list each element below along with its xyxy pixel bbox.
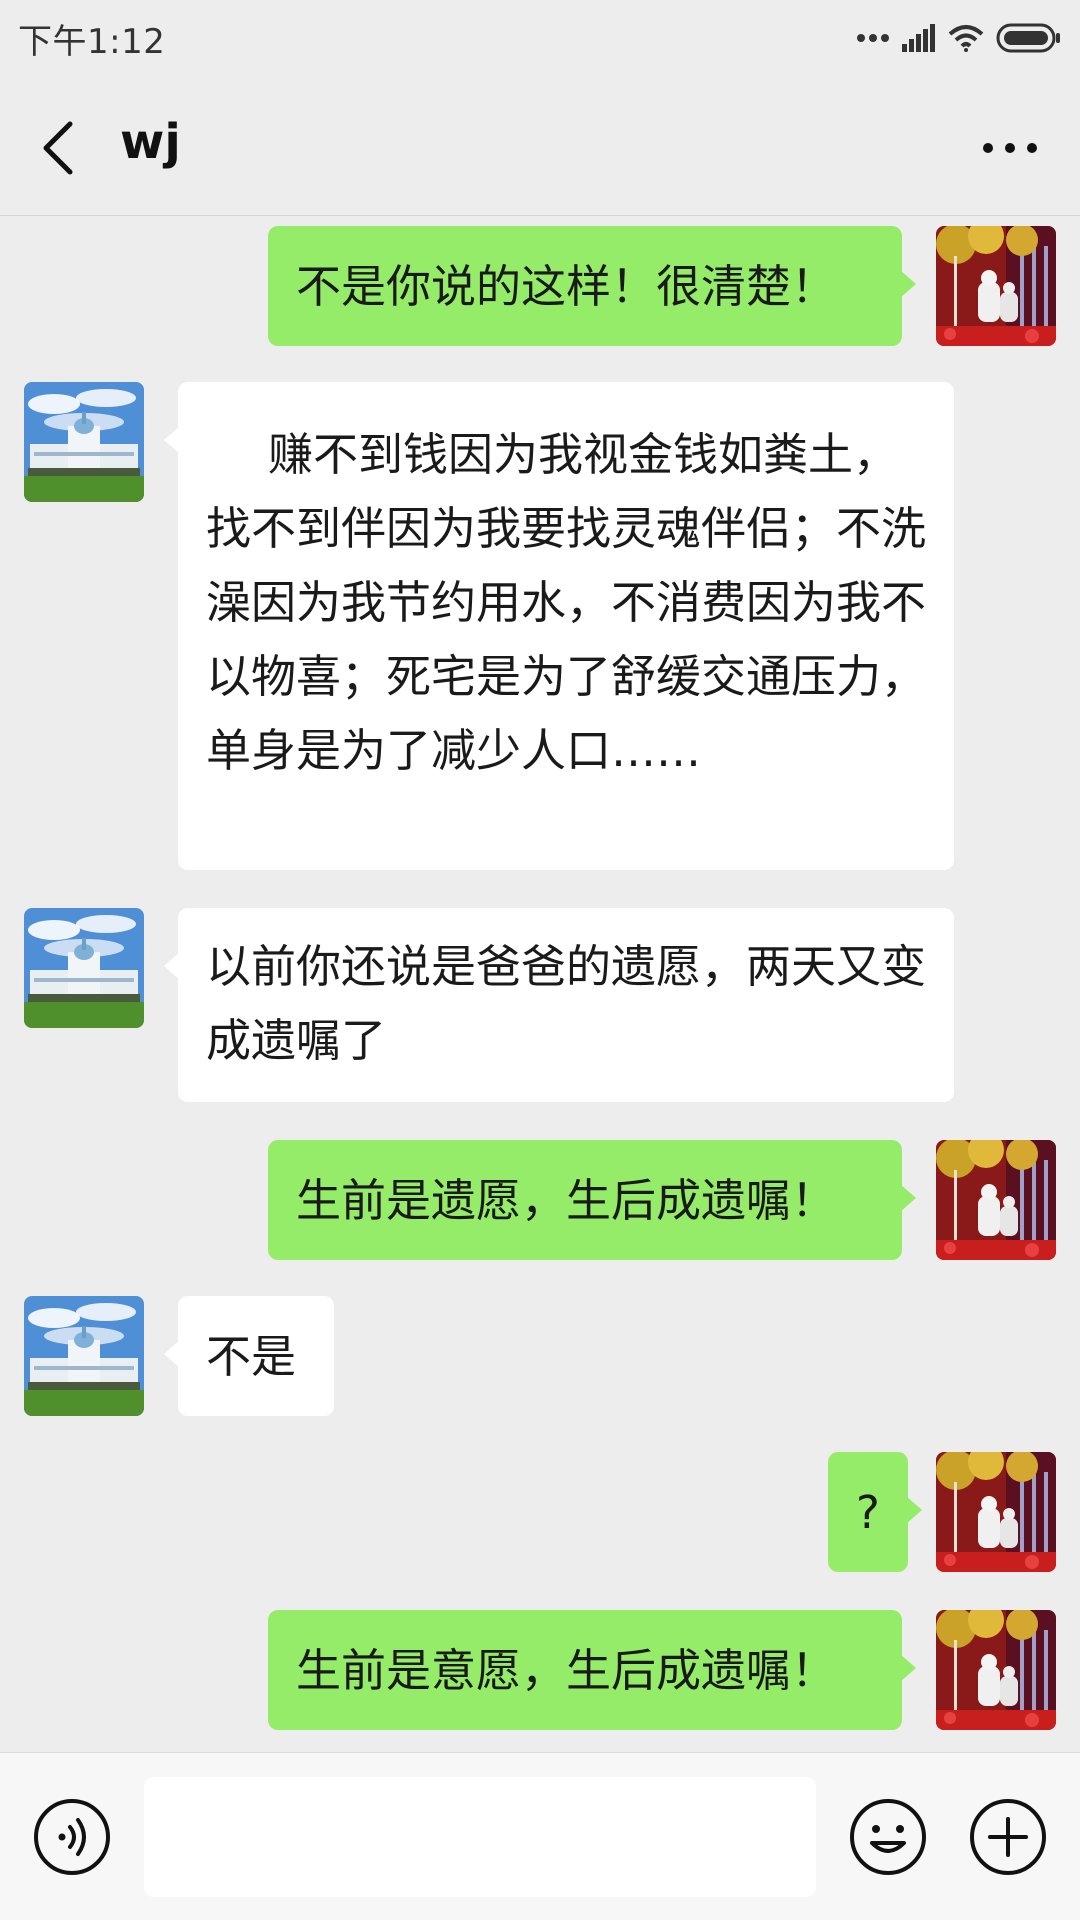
plus-button[interactable] (968, 1797, 1048, 1877)
contact-avatar[interactable] (24, 908, 144, 1028)
voice-icon (34, 1799, 110, 1875)
emoji-button[interactable] (848, 1797, 928, 1877)
plus-icon (970, 1799, 1046, 1875)
battery-icon (996, 23, 1060, 53)
message-text: ? (856, 1486, 880, 1539)
wifi-icon (948, 25, 984, 52)
voice-button[interactable] (32, 1797, 112, 1877)
message-bubble[interactable]: 不是你说的这样！很清楚！ (268, 226, 916, 346)
message-text: 不是你说的这样！很清楚！ (296, 260, 837, 313)
message-bubble[interactable]: ? (828, 1452, 922, 1572)
my-avatar[interactable] (936, 1610, 1056, 1730)
contact-avatar[interactable] (24, 382, 144, 502)
more-dots-icon (857, 34, 889, 42)
status-time: 下午1:12 (18, 22, 166, 62)
status-bar: 下午1:12 (0, 0, 1080, 76)
message-text: 不是 (206, 1330, 297, 1383)
more-button[interactable] (980, 138, 1040, 158)
message-text: 生前是意愿，生后成遗嘱！ (296, 1644, 837, 1697)
message-text: 以前你还说是爸爸的遗愿，两天又变成遗嘱了 (206, 940, 927, 1067)
signal-icon (902, 24, 935, 52)
my-avatar[interactable] (936, 226, 1056, 346)
message-text: 赚不到钱因为我视金钱如粪土，找不到伴因为我要找灵魂伴侣；不洗澡因为我节约用水，不… (206, 428, 927, 777)
message-bubble[interactable]: 生前是意愿，生后成遗嘱！ (268, 1610, 916, 1730)
emoji-icon (850, 1799, 926, 1875)
input-bar (0, 1752, 1080, 1920)
message-bubble[interactable]: 生前是遗愿，生后成遗嘱！ (268, 1140, 916, 1260)
chat-title: wj (120, 114, 181, 170)
message-bubble[interactable]: 不是 (164, 1296, 334, 1416)
message-bubble[interactable]: 赚不到钱因为我视金钱如粪土，找不到伴因为我要找灵魂伴侣；不洗澡因为我节约用水，不… (164, 382, 954, 870)
message-input[interactable] (144, 1777, 816, 1897)
back-chevron-icon (43, 121, 73, 175)
message-text: 生前是遗愿，生后成遗嘱！ (296, 1174, 837, 1227)
my-avatar[interactable] (936, 1452, 1056, 1572)
back-button[interactable] (36, 116, 84, 180)
my-avatar[interactable] (936, 1140, 1056, 1260)
message-bubble[interactable]: 以前你还说是爸爸的遗愿，两天又变成遗嘱了 (164, 908, 954, 1102)
status-icons (856, 18, 1062, 58)
contact-avatar[interactable] (24, 1296, 144, 1416)
more-icon (983, 143, 1037, 153)
chat-header: wj (0, 76, 1080, 216)
